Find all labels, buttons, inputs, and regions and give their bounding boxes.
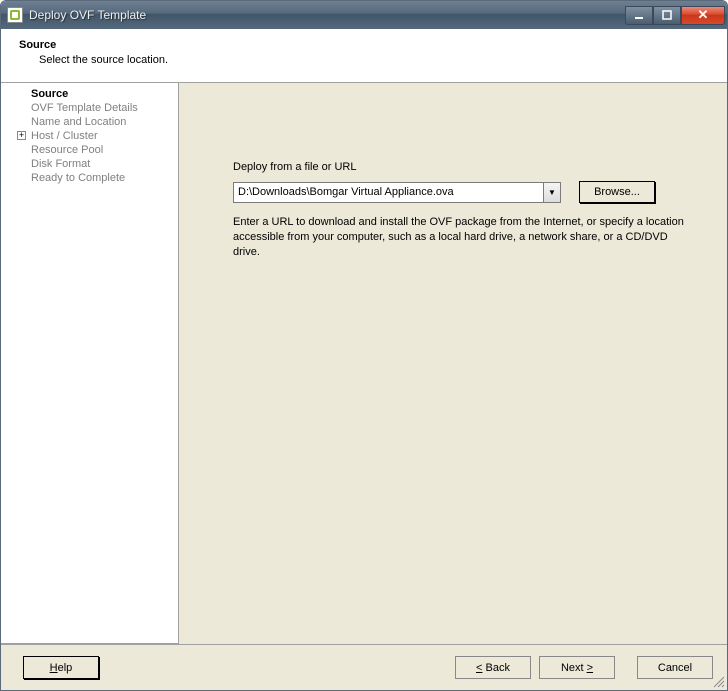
close-button[interactable]: ✕ [681,6,725,25]
wizard-content: Deploy from a file or URL ▼ Browse... En… [179,83,727,644]
step-resource-pool[interactable]: Resource Pool [1,143,178,157]
cancel-button[interactable]: Cancel [637,656,713,679]
next-button[interactable]: Next > [539,656,615,679]
minimize-button[interactable] [625,6,653,25]
maximize-icon [662,10,672,20]
step-source[interactable]: Source [1,87,178,101]
step-label: Disk Format [31,158,90,170]
step-label: Host / Cluster [31,130,98,142]
step-name-location[interactable]: Name and Location [1,115,178,129]
chevron-down-icon[interactable]: ▼ [543,183,560,202]
source-path-combo[interactable]: ▼ [233,182,561,203]
wizard-header: Source Select the source location. [1,29,727,83]
resize-grip[interactable] [711,674,725,688]
step-ready-complete[interactable]: Ready to Complete [1,171,178,185]
close-icon: ✕ [698,7,709,23]
page-subtitle: Select the source location. [19,54,727,66]
titlebar[interactable]: Deploy OVF Template ✕ [1,1,727,29]
help-button[interactable]: Help [23,656,99,679]
app-icon [7,7,23,23]
step-ovf-details[interactable]: OVF Template Details [1,101,178,115]
step-label: OVF Template Details [31,102,138,114]
step-label: Resource Pool [31,144,103,156]
wizard-footer: Help < Back Next > Cancel [1,644,727,690]
maximize-button[interactable] [653,6,681,25]
step-host-cluster[interactable]: + Host / Cluster [1,129,178,143]
expand-icon[interactable]: + [17,131,26,140]
step-label: Ready to Complete [31,172,125,184]
help-text: Enter a URL to download and install the … [233,215,693,260]
minimize-icon [634,10,644,20]
step-label: Source [31,88,68,100]
window-title: Deploy OVF Template [29,8,625,22]
source-label: Deploy from a file or URL [233,161,707,173]
window-frame: Deploy OVF Template ✕ Source Select the … [0,0,728,691]
window-controls: ✕ [625,6,725,25]
page-title: Source [19,39,727,51]
wizard-steps-sidebar: Source OVF Template Details Name and Loc… [1,83,179,644]
step-disk-format[interactable]: Disk Format [1,157,178,171]
back-button[interactable]: < Back [455,656,531,679]
step-label: Name and Location [31,116,126,128]
resize-grip-icon [711,674,725,688]
browse-button[interactable]: Browse... [579,181,655,203]
source-row: ▼ Browse... [233,181,707,203]
wizard-body: Source OVF Template Details Name and Loc… [1,83,727,644]
source-path-input[interactable] [234,183,543,202]
